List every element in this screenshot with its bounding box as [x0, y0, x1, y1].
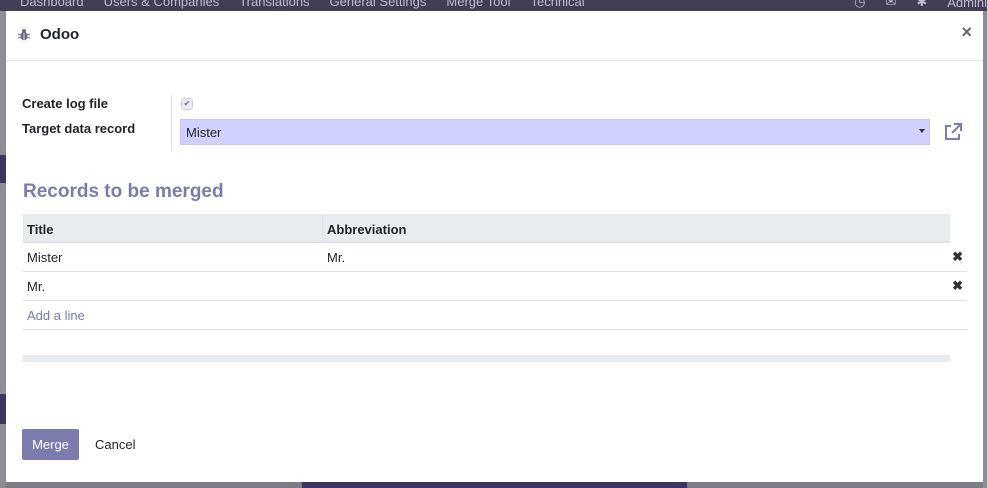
label-divider — [171, 95, 172, 151]
chat-icon: ✉ — [885, 0, 897, 9]
table-header: Title Abbreviation — [23, 214, 950, 243]
target-record-value: Mister — [186, 125, 222, 140]
column-header-abbreviation[interactable]: Abbreviation — [327, 222, 406, 237]
menu-merge-tool: Merge Tool — [446, 0, 511, 9]
merge-button[interactable]: Merge — [22, 429, 79, 460]
add-line-link[interactable]: Add a line — [27, 308, 85, 323]
external-link-icon[interactable] — [943, 122, 963, 142]
column-divider — [322, 214, 323, 241]
records-table: Title Abbreviation Mister Mr. ✖ Mr. ✖ Ad… — [23, 214, 967, 330]
close-icon[interactable]: × — [961, 21, 972, 43]
delete-row-icon[interactable]: ✖ — [952, 249, 963, 265]
menu-technical: Technical — [530, 0, 585, 9]
modal-title: Odoo — [40, 26, 80, 43]
caret-down-icon — [919, 129, 925, 133]
menu-translations: Translations — [239, 0, 310, 9]
user-menu: Admini — [947, 0, 987, 10]
merge-dialog: Odoo × Create log file Target data recor… — [6, 11, 983, 482]
modal-header: Odoo × — [6, 11, 983, 61]
cell-abbreviation: Mr. — [327, 250, 346, 265]
background-strip — [302, 482, 687, 488]
clock-icon: ◷ — [854, 0, 866, 9]
create-log-checkbox[interactable]: ✔ — [181, 98, 193, 110]
column-header-title[interactable]: Title — [27, 222, 54, 237]
menu-general-settings: General Settings — [329, 0, 427, 9]
systray: ◷ ✉ ✱ Admini — [854, 0, 987, 10]
target-record-select[interactable]: Mister — [180, 119, 930, 145]
menu-users-companies: Users & Companies — [103, 0, 220, 9]
app-top-navbar: Dashboard Users & Companies Translations… — [0, 0, 987, 11]
menu-dashboard: Dashboard — [20, 0, 84, 9]
cancel-button[interactable]: Cancel — [86, 429, 144, 460]
create-log-label: Create log file — [22, 96, 108, 111]
background-page — [983, 11, 987, 488]
debug-icon: ✱ — [916, 0, 928, 9]
cell-title: Mr. — [27, 279, 46, 294]
cell-title: Mister — [27, 250, 63, 265]
records-section-title: Records to be merged — [23, 181, 224, 202]
table-footer — [23, 355, 950, 362]
add-line-row: Add a line — [23, 301, 967, 330]
target-record-label: Target data record — [22, 121, 136, 136]
app-menu: Dashboard Users & Companies Translations… — [20, 0, 585, 9]
bug-icon — [17, 29, 31, 41]
table-row[interactable]: Mister Mr. ✖ — [23, 243, 967, 272]
delete-row-icon[interactable]: ✖ — [952, 278, 963, 294]
table-row[interactable]: Mr. ✖ — [23, 272, 967, 301]
